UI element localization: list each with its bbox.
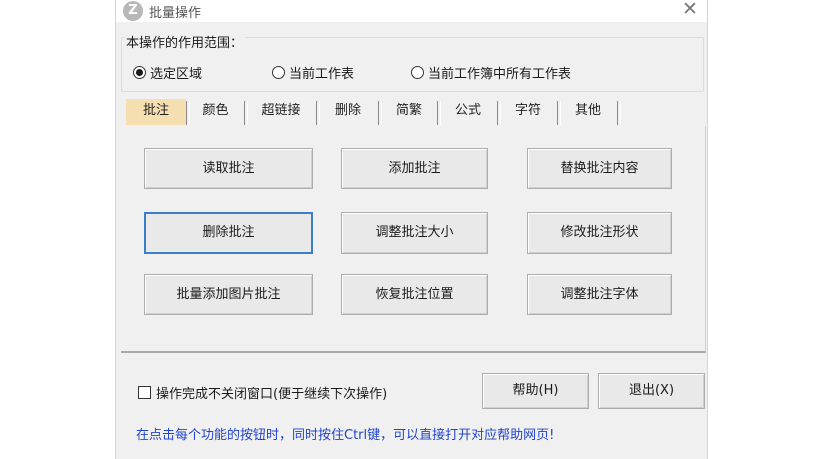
window-title: 批量操作 bbox=[149, 6, 202, 21]
tab-formulas[interactable]: 公式 bbox=[439, 99, 497, 125]
close-icon[interactable]: ✕ bbox=[679, 0, 701, 20]
tab-comments[interactable]: 批注 bbox=[126, 99, 186, 125]
tab-delete[interactable]: 删除 bbox=[318, 99, 378, 125]
title-bar: Z 批量操作 ✕ bbox=[116, 0, 707, 22]
replace-comment-content-button[interactable]: 替换批注内容 bbox=[527, 148, 672, 189]
radio-dot bbox=[133, 66, 146, 79]
checkbox-box bbox=[138, 386, 151, 399]
radio-dot bbox=[411, 66, 424, 79]
resize-comments-button[interactable]: 调整批注大小 bbox=[341, 212, 488, 254]
tab-separator bbox=[617, 101, 621, 125]
tab-colors[interactable]: 颜色 bbox=[188, 99, 243, 125]
radio-dot bbox=[272, 66, 285, 79]
radio-label: 当前工作簿中所有工作表 bbox=[428, 67, 572, 82]
read-comments-button[interactable]: 读取批注 bbox=[144, 148, 313, 189]
tab-characters[interactable]: 字符 bbox=[499, 99, 557, 125]
radio-label: 选定区域 bbox=[150, 67, 203, 82]
radio-label: 当前工作表 bbox=[289, 67, 355, 82]
tab-simplified-traditional[interactable]: 简繁 bbox=[380, 99, 438, 125]
ctrl-click-hint: 在点击每个功能的按钮时，同时按住Ctrl键，可以直接打开对应帮助网页! bbox=[136, 428, 555, 443]
batch-add-image-comments-button[interactable]: 批量添加图片批注 bbox=[144, 274, 313, 315]
keep-window-open-checkbox[interactable]: 操作完成不关闭窗口(便于继续下次操作) bbox=[138, 383, 387, 402]
app-logo-icon: Z bbox=[123, 1, 143, 21]
checkbox-label: 操作完成不关闭窗口(便于继续下次操作) bbox=[156, 387, 388, 402]
add-comments-button[interactable]: 添加批注 bbox=[341, 148, 488, 189]
tab-hyperlinks[interactable]: 超链接 bbox=[246, 99, 316, 125]
scope-label: 本操作的作用范围： bbox=[124, 32, 246, 51]
radio-selected-range[interactable]: 选定区域 bbox=[133, 63, 202, 82]
restore-comment-position-button[interactable]: 恢复批注位置 bbox=[341, 274, 488, 315]
help-button[interactable]: 帮助(H) bbox=[482, 373, 589, 409]
delete-comments-button[interactable]: 删除批注 bbox=[144, 212, 313, 254]
change-comment-shape-button[interactable]: 修改批注形状 bbox=[527, 212, 672, 254]
radio-current-sheet[interactable]: 当前工作表 bbox=[272, 63, 354, 82]
adjust-comment-font-button[interactable]: 调整批注字体 bbox=[527, 274, 672, 315]
exit-button[interactable]: 退出(X) bbox=[598, 373, 705, 409]
radio-all-sheets[interactable]: 当前工作簿中所有工作表 bbox=[411, 63, 571, 82]
batch-operation-dialog: Z 批量操作 ✕ 本操作的作用范围： 选定区域 当前工作表 当前工作簿中所有工作… bbox=[115, 0, 708, 459]
tab-other[interactable]: 其他 bbox=[559, 99, 617, 125]
